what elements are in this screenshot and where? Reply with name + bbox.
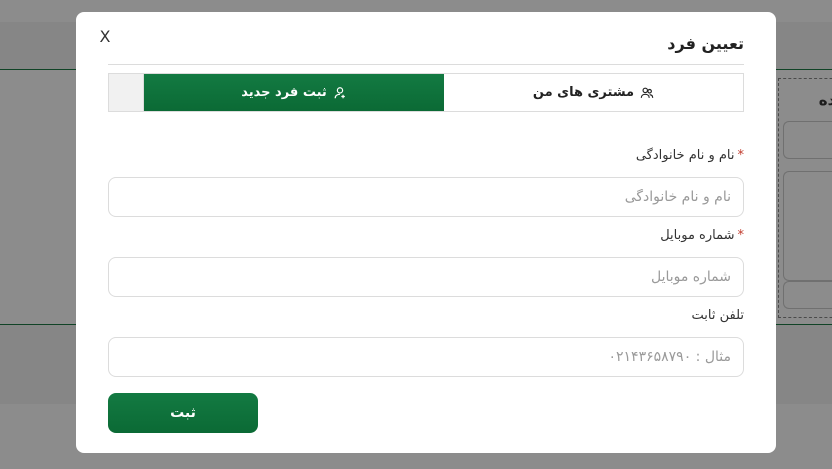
close-button[interactable]: X [96, 28, 114, 46]
user-plus-icon [334, 86, 345, 98]
full-name-label: *نام و نام خانوادگی [636, 148, 744, 163]
required-marker: * [737, 148, 745, 163]
landline-input[interactable] [108, 337, 744, 377]
tab-my-customers-label: مشتری های من [532, 85, 635, 100]
title-divider [108, 64, 744, 65]
submit-button[interactable]: ثبت [108, 393, 258, 433]
assign-person-modal: تعیین فرد X ثبت فرد جدید مشتری های من *ن… [76, 12, 776, 453]
landline-label-text: تلفن ثابت [691, 308, 745, 323]
modal-title: تعیین فرد [667, 34, 744, 53]
tab-register-new-person-label: ثبت فرد جدید [241, 85, 327, 100]
full-name-input[interactable] [108, 177, 744, 217]
mobile-input[interactable] [108, 257, 744, 297]
tab-register-new-person[interactable]: ثبت فرد جدید [144, 74, 444, 111]
users-icon [640, 87, 654, 98]
full-name-label-text: نام و نام خانوادگی [635, 148, 735, 163]
landline-label: تلفن ثابت [692, 308, 745, 323]
mobile-label: *شماره موبایل [660, 228, 744, 243]
tab-spacer [109, 74, 144, 111]
tab-my-customers[interactable]: مشتری های من [444, 74, 743, 111]
modal-tabs: ثبت فرد جدید مشتری های من [108, 73, 744, 112]
required-marker: * [737, 228, 745, 243]
mobile-label-text: شماره موبایل [660, 228, 735, 243]
